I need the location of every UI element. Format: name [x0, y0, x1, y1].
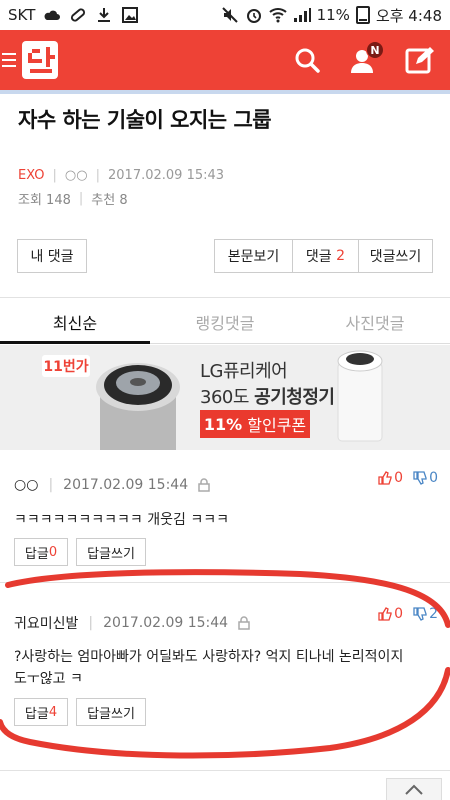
my-page-button[interactable]: N [346, 41, 384, 77]
divider: | [48, 477, 54, 493]
edit-icon [405, 47, 434, 74]
my-comments-button[interactable]: 내 댓글 [17, 239, 87, 273]
section-divider [0, 297, 450, 298]
carrier-label: SKT [8, 6, 36, 24]
comment-votes: 0 0 [378, 470, 438, 486]
divider: | [95, 168, 100, 183]
write-reply-button[interactable]: 답글쓰기 [76, 698, 146, 726]
article-title: 자수 하는 기술이 오지는 그룹 [18, 108, 272, 132]
comment-date: 2017.02.09 15:44 [63, 477, 189, 493]
write-comment-button[interactable]: 댓글쓰기 [358, 240, 432, 272]
air-purifier-image-2 [337, 350, 383, 442]
comment-meta: ○○ | 2017.02.09 15:44 [14, 477, 210, 493]
upvote-button[interactable]: 0 [378, 470, 403, 486]
pill-icon [71, 8, 86, 22]
comment-divider [0, 582, 450, 583]
reply-label: 답글 [24, 546, 49, 562]
write-button[interactable] [402, 43, 436, 77]
recommend-count: 추천 8 [91, 193, 128, 208]
reply-count: 4 [48, 704, 58, 720]
thumb-down-icon [413, 607, 427, 621]
ad-discount-percent: 11% [203, 414, 243, 434]
notification-badge: N [366, 41, 384, 59]
comments-label: 댓글 [305, 249, 332, 265]
view-count: 조회 148 [18, 193, 71, 208]
ad-coupon: 11% 할인쿠폰 [200, 410, 310, 438]
comment-author[interactable]: 귀요미신발 [14, 613, 78, 633]
comment-meta: 귀요미신발 | 2017.02.09 15:44 [14, 613, 250, 633]
app-bar-shadow [0, 90, 450, 94]
reply-label: 답글 [24, 706, 49, 722]
reply-count: 0 [48, 544, 58, 560]
comment-body-line: 도ㅜ않고 ㅋ [14, 671, 83, 687]
ad-line-2: 360도 공기청정기 [200, 383, 335, 409]
chevron-up-icon [405, 784, 423, 795]
scroll-top-button[interactable] [386, 778, 442, 800]
downvote-count: 2 [429, 606, 438, 622]
thumb-up-icon [378, 607, 392, 621]
view-original-button[interactable]: 본문보기 [215, 240, 292, 272]
tab-photo[interactable]: 사진댓글 [300, 300, 450, 343]
clock: 오후 4:48 [375, 6, 442, 25]
category-link[interactable]: EXO [18, 168, 45, 183]
reply-button[interactable]: 답글 0 [14, 538, 68, 566]
search-icon [295, 48, 320, 73]
comments-count: 2 [336, 248, 346, 264]
reply-button[interactable]: 답글 4 [14, 698, 68, 726]
report-icon[interactable] [198, 478, 210, 492]
comment-date: 2017.02.09 15:44 [103, 615, 229, 631]
article-meta: EXO | ○○ | 2017.02.09 15:43 [18, 168, 224, 183]
upvote-button[interactable]: 0 [378, 606, 403, 622]
ad-line-1: LG퓨리케어 [200, 361, 288, 382]
thumb-up-icon [378, 471, 392, 485]
author-name[interactable]: ○○ [65, 168, 88, 183]
cloud-icon [44, 10, 61, 20]
comment-body: ?사랑하는 엄마아빠가 어딜봐도 사랑하자? 억지 티나네 논리적이지 도ㅜ않고… [14, 646, 444, 690]
status-bar: SKT 11% 오후 4:48 [0, 0, 450, 30]
downvote-button[interactable]: 2 [413, 606, 438, 622]
comment-author[interactable]: ○○ [14, 477, 38, 493]
comments-button[interactable]: 댓글 2 [292, 240, 358, 272]
pann-logo[interactable] [20, 39, 60, 81]
app-bar: N [0, 30, 450, 90]
image-icon [122, 7, 139, 23]
upvote-count: 0 [394, 606, 404, 622]
upvote-count: 0 [394, 470, 404, 486]
battery-icon [355, 6, 370, 24]
comment-body: ㅋㅋㅋㅋㅋㅋㅋㅋㅋㅋ 개웃김 ㅋㅋㅋ [14, 512, 229, 528]
mute-icon [221, 7, 238, 23]
downvote-button[interactable]: 0 [413, 470, 438, 486]
search-button[interactable] [290, 43, 324, 77]
wifi-icon [268, 8, 287, 23]
comment-body-line: ?사랑하는 엄마아빠가 어딜봐도 사랑하자? 억지 티나네 논리적이지 [14, 649, 404, 665]
post-date: 2017.02.09 15:43 [108, 168, 225, 183]
divider: | [88, 615, 94, 631]
alarm-icon [246, 9, 261, 23]
comment-tabs: 최신순 랭킹댓글 사진댓글 [0, 300, 450, 344]
ad-discount-text: 할인쿠폰 [247, 416, 307, 435]
store-logo: 11번가 [42, 355, 90, 377]
ad-banner[interactable]: 11번가 LG퓨리케어 360도 공기청정기 11% 할인쿠폰 [0, 345, 450, 450]
divider: | [78, 191, 84, 206]
tab-ranking[interactable]: 랭킹댓글 [150, 300, 300, 343]
article-stats: 조회 148 | 추천 8 [18, 189, 128, 208]
write-reply-button[interactable]: 답글쓰기 [76, 538, 146, 566]
ad-line-2-bold: 공기청정기 [254, 387, 335, 408]
comment-votes: 0 2 [378, 606, 438, 622]
battery-percent: 11% [316, 6, 350, 24]
ad-line-2-plain: 360도 [200, 387, 249, 408]
comment-divider [0, 770, 450, 771]
signal-icon [293, 8, 311, 22]
comment-actions-group: 본문보기 댓글 2 댓글쓰기 [214, 239, 433, 273]
tab-latest[interactable]: 최신순 [0, 300, 150, 344]
air-purifier-image [96, 363, 180, 450]
menu-icon[interactable] [2, 53, 16, 67]
thumb-down-icon [413, 471, 427, 485]
download-icon [98, 8, 111, 22]
divider: | [52, 168, 57, 183]
downvote-count: 0 [429, 470, 438, 486]
report-icon[interactable] [238, 616, 250, 630]
